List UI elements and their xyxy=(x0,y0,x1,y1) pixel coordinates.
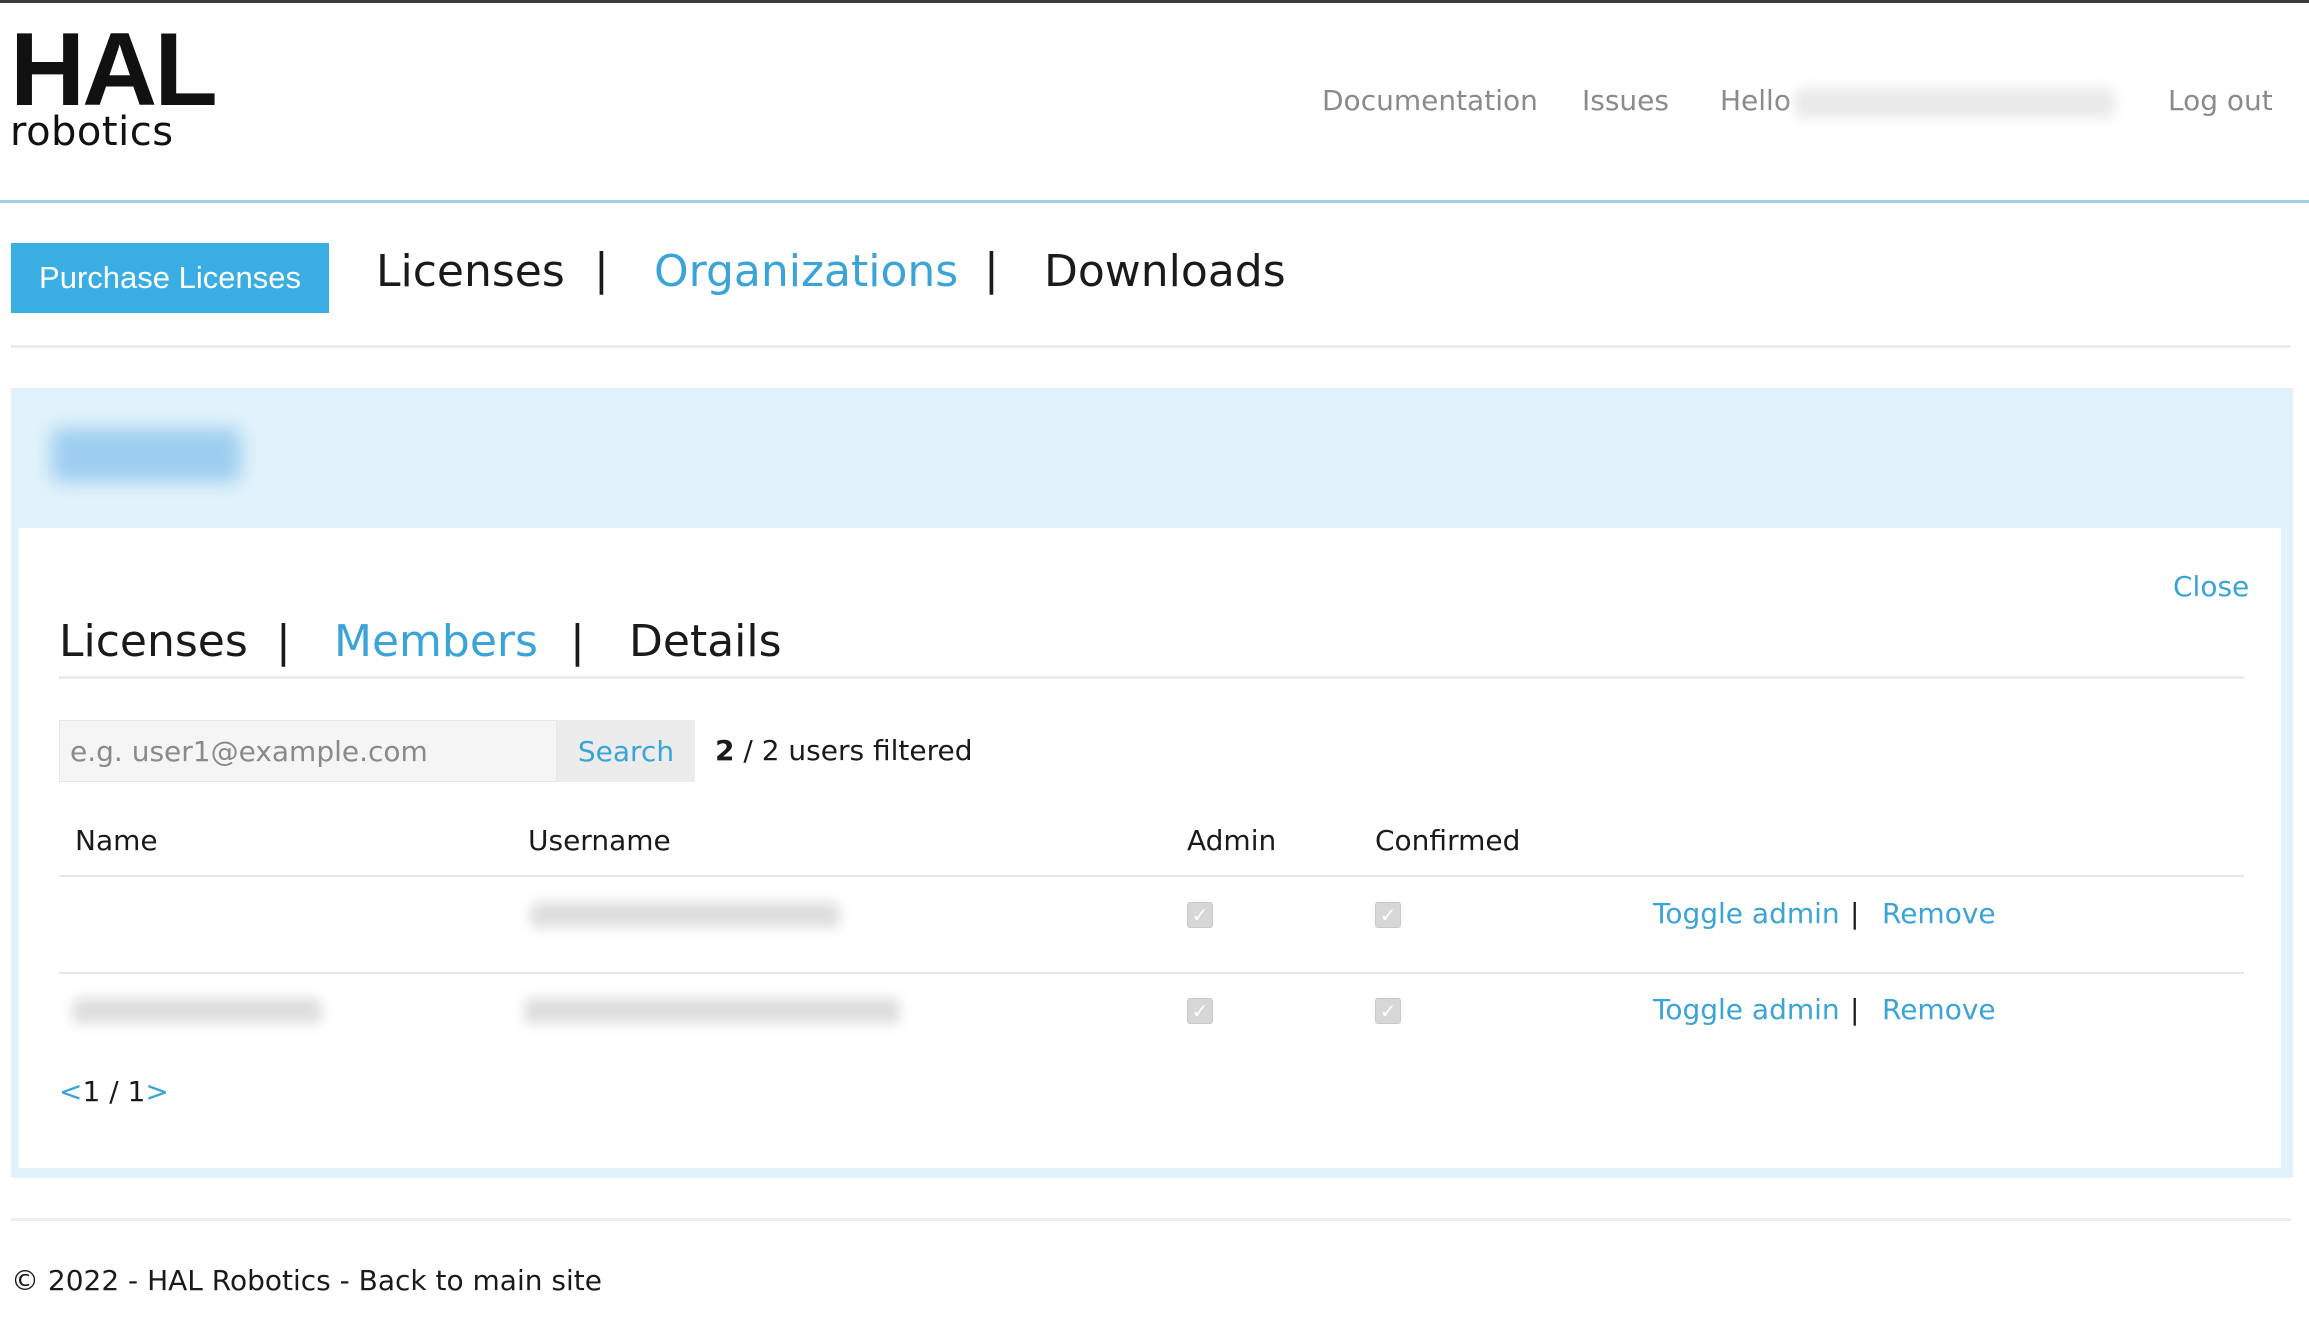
action-separator: | xyxy=(1850,993,1860,1026)
subtab-members[interactable]: Members xyxy=(334,616,538,667)
column-header-confirmed: Confirmed xyxy=(1375,824,1521,857)
subtab-details[interactable]: Details xyxy=(629,616,782,667)
admin-checkbox: ✓ xyxy=(1187,998,1213,1024)
filter-status: 2 / 2 users filtered xyxy=(715,734,973,767)
username-redacted xyxy=(524,998,900,1024)
toggle-admin-link[interactable]: Toggle admin xyxy=(1653,993,1840,1026)
next-page-button[interactable]: > xyxy=(145,1075,168,1108)
documentation-link[interactable]: Documentation xyxy=(1322,84,1538,117)
username-redacted xyxy=(530,902,840,928)
footer-text[interactable]: © 2022 - HAL Robotics - Back to main sit… xyxy=(11,1264,602,1297)
subtab-separator: | xyxy=(276,616,291,667)
confirmed-checkbox: ✓ xyxy=(1375,998,1401,1024)
toggle-admin-link[interactable]: Toggle admin xyxy=(1653,897,1840,930)
tabs-divider xyxy=(11,345,2291,348)
logo-hal-text: HAL xyxy=(10,12,218,128)
column-header-admin: Admin xyxy=(1187,824,1277,857)
column-header-name: Name xyxy=(75,824,158,857)
footer-divider xyxy=(11,1218,2291,1221)
header-row-divider xyxy=(59,875,2244,877)
user-email-redacted xyxy=(1795,88,2115,118)
subtabs-divider xyxy=(59,676,2244,679)
remove-link[interactable]: Remove xyxy=(1882,993,1996,1026)
filtered-count: 2 xyxy=(715,734,735,767)
issues-link[interactable]: Issues xyxy=(1582,84,1669,117)
tab-organizations[interactable]: Organizations xyxy=(654,246,958,297)
prev-page-button[interactable]: < xyxy=(59,1075,82,1108)
remove-link[interactable]: Remove xyxy=(1882,897,1996,930)
header-divider xyxy=(0,200,2309,203)
total-pages: 1 xyxy=(127,1075,146,1108)
name-redacted xyxy=(72,998,322,1024)
admin-checkbox: ✓ xyxy=(1187,902,1213,928)
top-border xyxy=(0,0,2309,3)
tab-downloads[interactable]: Downloads xyxy=(1044,246,1286,297)
hello-greeting: Hello xyxy=(1720,84,1791,117)
search-button[interactable]: Search xyxy=(557,720,695,782)
tab-licenses[interactable]: Licenses xyxy=(376,246,565,297)
logout-link[interactable]: Log out xyxy=(2168,84,2273,117)
subtab-licenses[interactable]: Licenses xyxy=(59,616,248,667)
member-search-input[interactable] xyxy=(59,720,557,782)
organization-panel xyxy=(11,388,2293,1178)
organization-name-redacted xyxy=(51,428,241,482)
current-page: 1 xyxy=(82,1075,101,1108)
tab-separator: | xyxy=(984,244,999,295)
filtered-label: / 2 users filtered xyxy=(734,734,973,767)
tab-separator: | xyxy=(594,244,609,295)
hal-robotics-logo[interactable]: HAL robotics xyxy=(10,18,218,155)
column-header-username: Username xyxy=(528,824,671,857)
pagination: <1 / 1> xyxy=(59,1075,169,1108)
action-separator: | xyxy=(1850,897,1860,930)
page-separator: / xyxy=(100,1075,128,1108)
logo-robotics-text: robotics xyxy=(10,109,174,155)
row-divider xyxy=(59,972,2244,974)
purchase-licenses-button[interactable]: Purchase Licenses xyxy=(11,243,329,313)
confirmed-checkbox: ✓ xyxy=(1375,902,1401,928)
subtab-separator: | xyxy=(570,616,585,667)
close-link[interactable]: Close xyxy=(2173,570,2249,603)
